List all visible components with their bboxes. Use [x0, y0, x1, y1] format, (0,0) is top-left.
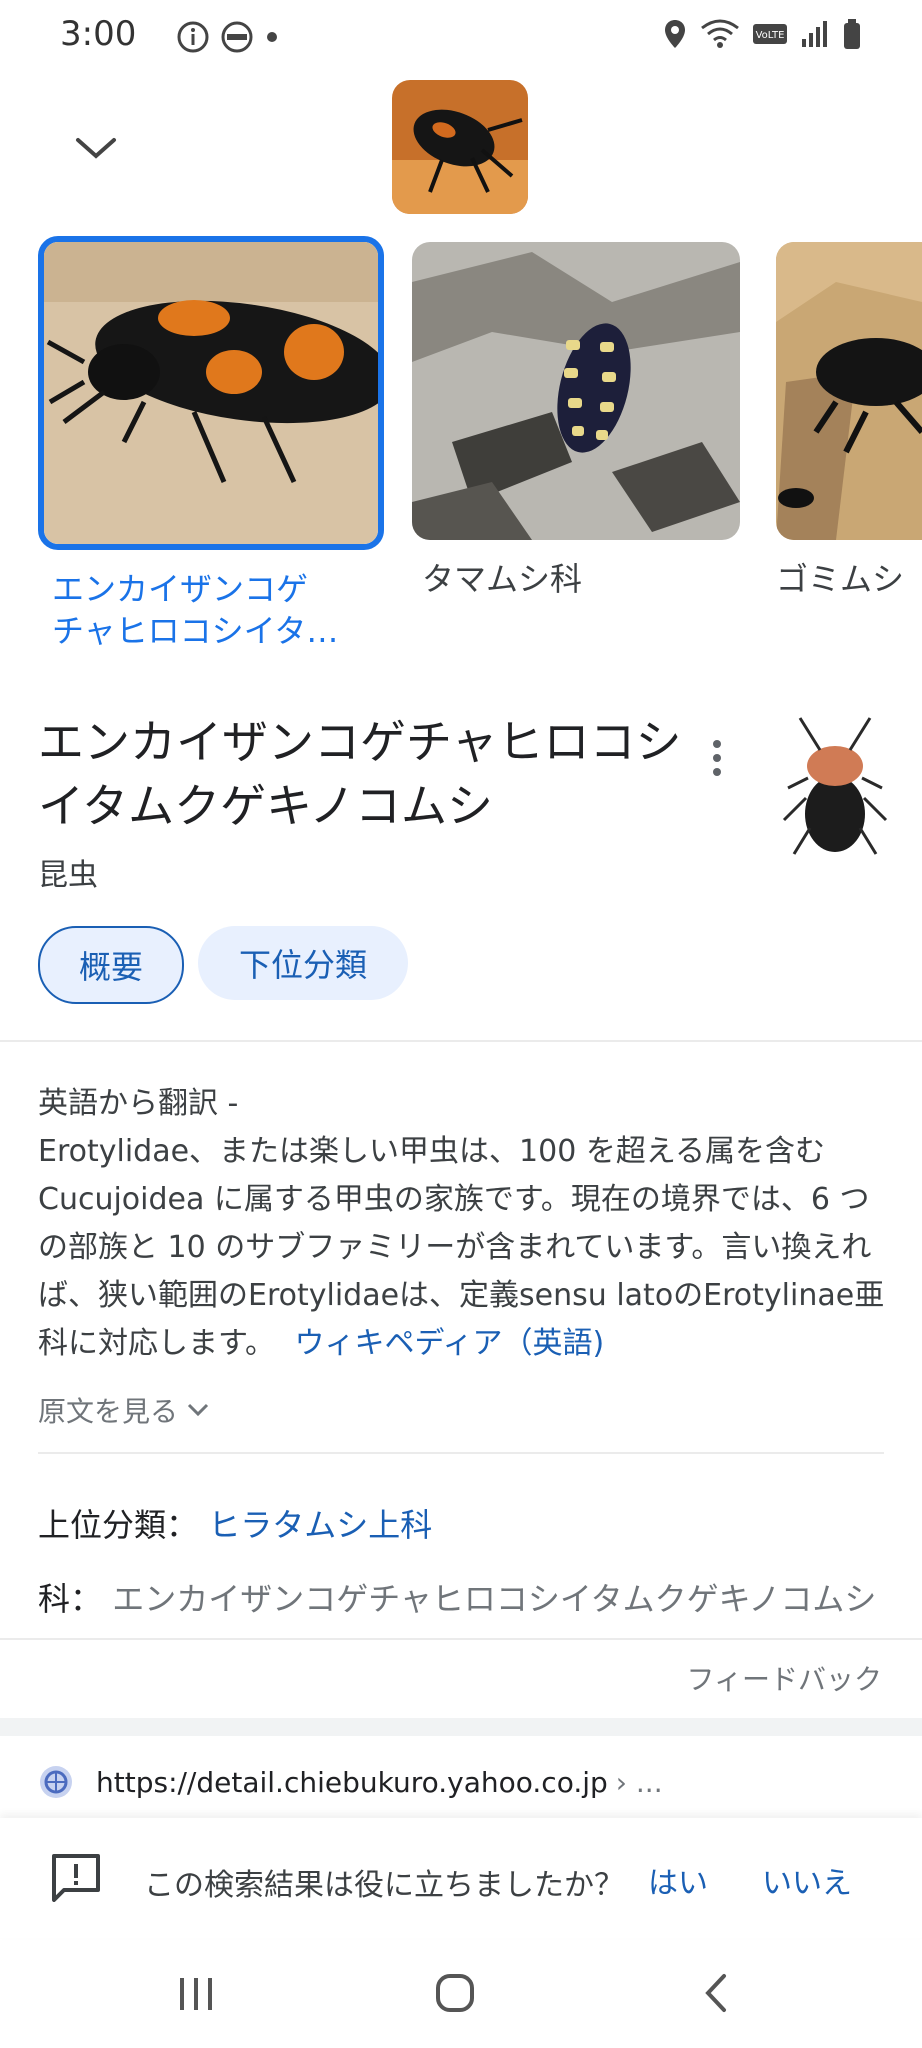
- fact-separator: ：: [70, 1580, 103, 1618]
- divider: [38, 1452, 884, 1454]
- home-button[interactable]: [434, 1972, 476, 2014]
- query-image-thumbnail[interactable]: [392, 80, 528, 214]
- helpfulness-survey: この検索結果は役に立ちましたか？ はい いいえ: [0, 1818, 922, 1938]
- collapse-button[interactable]: [64, 116, 128, 180]
- system-nav-bar: [0, 1940, 922, 2048]
- back-button[interactable]: [700, 1972, 730, 2014]
- survey-yes-button[interactable]: はい: [648, 1858, 708, 1902]
- carousel-label: タマムシ科: [422, 560, 583, 598]
- status-left-icons: [176, 20, 280, 58]
- divider: [0, 1040, 922, 1042]
- battery-icon: [842, 18, 862, 54]
- status-bar: 3:00 VoLTE: [0, 0, 922, 72]
- feedback-link[interactable]: フィードバック: [687, 1658, 882, 1698]
- notification-dot-icon: [264, 29, 280, 49]
- see-original-button[interactable]: 原文を見る: [38, 1390, 210, 1430]
- fact-row: 科： エンカイザンコゲチャヒロコシイタムクゲキノコムシ: [38, 1574, 876, 1620]
- globe-icon: [40, 1766, 72, 1798]
- feedback-icon: [52, 1854, 100, 1902]
- carousel-item[interactable]: エンカイザンコゲ チャヒロコシイタ…: [38, 236, 384, 652]
- entity-image[interactable]: [780, 708, 890, 858]
- fact-key: 科: [38, 1580, 71, 1618]
- section-separator: [0, 1718, 922, 1736]
- result-url-suffix: › ...: [615, 1765, 663, 1799]
- carousel-image[interactable]: [412, 242, 740, 540]
- more-options-button[interactable]: [704, 736, 730, 780]
- vpn-icon: [220, 20, 254, 58]
- fact-row: 上位分類： ヒラタムシ上科: [38, 1500, 432, 1546]
- entity-subtitle: 昆虫: [38, 858, 98, 893]
- carousel-item[interactable]: ゴミムシ: [776, 242, 922, 600]
- volte-icon: VoLTE: [752, 23, 788, 49]
- carousel-image-selected[interactable]: [38, 236, 384, 550]
- signal-icon: [800, 19, 830, 53]
- search-result-url[interactable]: https://detail.chiebukuro.yahoo.co.jp › …: [38, 1764, 663, 1800]
- carousel-image[interactable]: [776, 242, 922, 540]
- survey-no-button[interactable]: いいえ: [762, 1858, 852, 1902]
- chevron-down-icon: [76, 138, 116, 159]
- result-url[interactable]: https://detail.chiebukuro.yahoo.co.jp: [96, 1766, 608, 1799]
- chevron-down-icon: [187, 1403, 209, 1417]
- wifi-icon: [700, 18, 740, 54]
- carousel-item[interactable]: タマムシ科: [412, 242, 740, 600]
- tab-overview[interactable]: 概要: [38, 926, 184, 1004]
- status-time: 3:00: [60, 14, 137, 54]
- location-icon: [662, 18, 688, 54]
- status-right-icons: VoLTE: [662, 18, 862, 54]
- divider: [0, 1638, 922, 1640]
- fact-value: エンカイザンコゲチャヒロコシイタムクゲキノコムシ: [112, 1580, 877, 1618]
- entity-title: エンカイザンコゲチャヒロコシイタムクゲキノコムシ: [38, 715, 682, 833]
- tab-subclassification[interactable]: 下位分類: [198, 926, 408, 1000]
- wikipedia-link[interactable]: ウィキペディア（英語): [295, 1326, 605, 1361]
- description-prefix: 英語から翻訳 -: [38, 1086, 239, 1121]
- more-vert-icon: [713, 740, 721, 776]
- carousel-label: エンカイザンコゲ チャヒロコシイタ…: [52, 570, 339, 650]
- fact-value-link[interactable]: ヒラタムシ上科: [208, 1506, 432, 1544]
- info-icon: [176, 20, 210, 58]
- description: 英語から翻訳 - Erotylidae、または楽しい甲虫は、100 を超える属を…: [38, 1080, 888, 1368]
- recent-apps-button[interactable]: [176, 1974, 216, 2014]
- survey-question: この検索結果は役に立ちましたか？: [144, 1868, 624, 1903]
- carousel-label: ゴミムシ: [776, 560, 905, 598]
- svg-text:VoLTE: VoLTE: [756, 30, 785, 41]
- see-original-label: 原文を見る: [38, 1395, 179, 1428]
- fact-separator: ：: [166, 1506, 199, 1544]
- fact-key: 上位分類: [38, 1506, 167, 1544]
